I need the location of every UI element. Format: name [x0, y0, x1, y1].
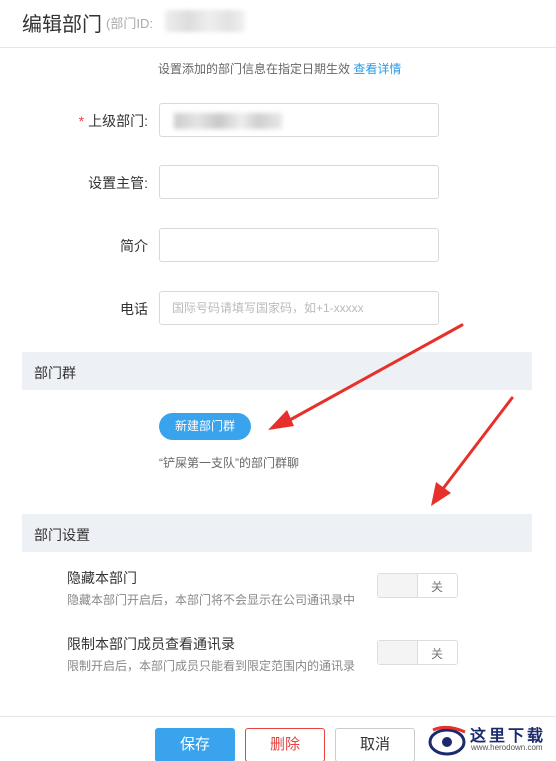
intro-label: 简介 [120, 238, 148, 254]
save-button[interactable]: 保存 [155, 728, 235, 761]
phone-input[interactable] [159, 291, 439, 325]
toggle-state-label: 关 [431, 647, 444, 661]
hide-department-toggle[interactable]: 关 [377, 573, 458, 598]
required-star-icon: * [78, 113, 85, 129]
form-row-intro: 简介 [0, 228, 556, 262]
form-row-manager: 设置主管: [0, 165, 556, 199]
toggle-knob [378, 641, 418, 664]
restrict-contacts-desc: 限制开启后，本部门成员只能看到限定范围内的通讯录 [67, 659, 356, 673]
form-row-phone: 电话 [0, 291, 556, 325]
parent-department-value-redacted [174, 113, 282, 129]
section-title: 部门群 [34, 365, 76, 381]
parent-department-label: * 上级部门: [78, 113, 148, 129]
section-department-group: 部门群 [22, 352, 532, 390]
notice-text: 设置添加的部门信息在指定日期生效 [158, 62, 351, 76]
department-id-label: (部门ID: [106, 16, 153, 31]
watermark-logo-icon [428, 725, 466, 756]
view-details-link[interactable]: 查看详情 [353, 62, 401, 76]
section-title: 部门设置 [34, 527, 90, 543]
phone-label: 电话 [120, 301, 148, 317]
hide-department-desc: 隐藏本部门开启后，本部门将不会显示在公司通讯录中 [67, 593, 356, 607]
restrict-contacts-toggle[interactable]: 关 [377, 640, 458, 665]
annotation-arrow-icon [431, 396, 514, 506]
page-header: 编辑部门 (部门ID: [0, 0, 556, 48]
watermark-url: www.herodown.com [471, 743, 543, 752]
department-id-redacted [165, 10, 245, 32]
manager-input[interactable] [159, 165, 439, 199]
effective-date-notice: 设置添加的部门信息在指定日期生效 查看详情 [158, 60, 401, 77]
page-title: 编辑部门 [22, 14, 102, 36]
cancel-button[interactable]: 取消 [335, 728, 415, 761]
restrict-contacts-title: 限制本部门成员查看通讯录 [67, 636, 235, 652]
manager-label: 设置主管: [88, 175, 148, 191]
section-department-settings: 部门设置 [22, 514, 532, 552]
parent-department-field[interactable] [159, 103, 439, 137]
intro-input[interactable] [159, 228, 439, 262]
toggle-knob [378, 574, 418, 597]
new-department-group-button[interactable]: 新建部门群 [159, 413, 251, 440]
hide-department-title: 隐藏本部门 [67, 570, 137, 586]
toggle-state-label: 关 [431, 580, 444, 594]
form-row-parent: * 上级部门: [0, 103, 556, 137]
site-watermark: 这里下载 www.herodown.com [425, 720, 553, 760]
delete-button[interactable]: 删除 [245, 728, 325, 761]
department-group-description: “铲屎第一支队”的部门群聊 [159, 456, 299, 470]
